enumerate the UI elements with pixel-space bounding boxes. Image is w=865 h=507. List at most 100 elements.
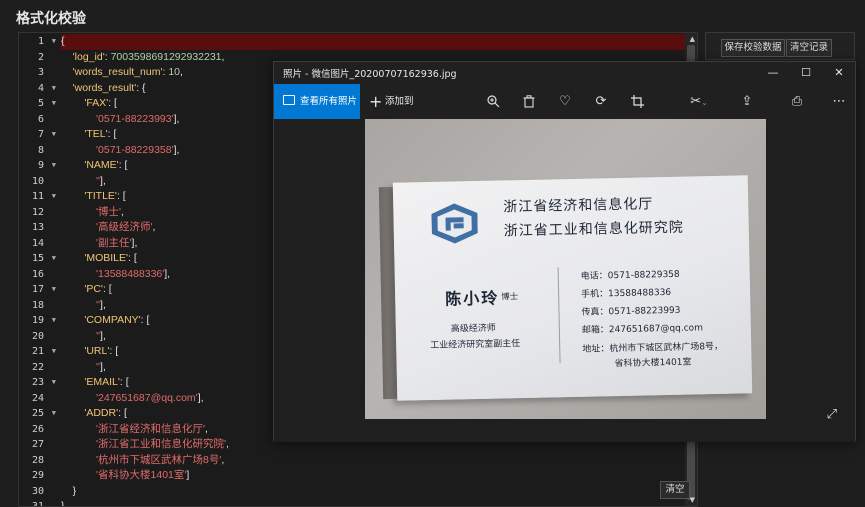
rotate-icon[interactable]: ⟳: [590, 84, 612, 119]
json-punctuation: ],: [164, 267, 171, 280]
line-number: 17 ▼: [19, 282, 61, 298]
line-number: 19 ▼: [19, 313, 61, 329]
json-punctuation: ],: [197, 391, 204, 404]
plus-icon: +: [369, 92, 383, 111]
fold-arrow-icon[interactable]: ▼: [52, 96, 56, 112]
json-punctuation: }: [61, 500, 65, 507]
clear-button[interactable]: 清空: [660, 481, 690, 499]
line-number-text: 1: [37, 36, 44, 47]
fullscreen-expand-icon[interactable]: ⤢: [827, 407, 837, 422]
fold-arrow-icon[interactable]: ▼: [52, 375, 56, 391]
json-key: 'TITLE': [84, 190, 117, 202]
page-title: 格式化校验: [16, 11, 86, 27]
line-number: 6: [19, 112, 61, 128]
fold-arrow-icon[interactable]: ▼: [52, 282, 56, 298]
fold-arrow-icon[interactable]: ▼: [52, 189, 56, 205]
window-title: 照片 - 微信图片_20200707162936.jpg: [283, 69, 457, 80]
code-line[interactable]: }: [61, 484, 685, 500]
json-number: 7003598691292932231: [110, 50, 222, 63]
fold-arrow-icon[interactable]: ▼: [52, 406, 56, 422]
fold-arrow-icon[interactable]: ▼: [52, 313, 56, 329]
view-all-label: 查看所有照片: [300, 96, 358, 107]
code-line[interactable]: }: [61, 499, 685, 507]
line-number-text: 26: [31, 423, 44, 435]
line-number-text: 8: [37, 144, 44, 156]
fold-arrow-icon[interactable]: ▼: [52, 127, 56, 143]
fold-arrow-icon[interactable]: ▼: [52, 34, 56, 50]
json-key: 'words_result_num': [72, 66, 163, 78]
line-number-text: 22: [31, 361, 44, 373]
json-punctuation: [61, 221, 96, 233]
window-titlebar[interactable]: 照片 - 微信图片_20200707162936.jpg — ☐ ✕: [274, 62, 855, 84]
json-punctuation: [61, 97, 84, 109]
json-key: 'FAX': [84, 97, 109, 109]
line-number: 28: [19, 453, 61, 469]
json-punctuation: : [: [109, 345, 119, 357]
fold-arrow-icon[interactable]: ▼: [52, 251, 56, 267]
json-punctuation: [61, 392, 96, 404]
line-number: 9 ▼: [19, 158, 61, 174]
code-line[interactable]: {: [61, 34, 685, 50]
fold-arrow-icon[interactable]: ▼: [52, 158, 56, 174]
delete-icon[interactable]: [518, 84, 540, 119]
json-punctuation: [61, 299, 96, 311]
favorite-heart-icon[interactable]: ♡: [554, 84, 576, 119]
scroll-up-arrow-icon[interactable]: ▲: [690, 35, 695, 43]
line-number: 24: [19, 391, 61, 407]
code-line[interactable]: '省科协大楼1401室']: [61, 468, 685, 484]
clear-records-button[interactable]: 清空记录: [786, 39, 832, 57]
crop-icon[interactable]: [626, 84, 648, 119]
zoom-icon[interactable]: [482, 84, 504, 119]
share-icon[interactable]: ⇪: [736, 84, 758, 119]
line-number: 7 ▼: [19, 127, 61, 143]
json-punctuation: : [: [116, 190, 126, 202]
json-punctuation: [61, 283, 84, 295]
json-punctuation: ],: [131, 236, 138, 249]
card-org-2: 浙江省工业和信息化研究院: [503, 219, 684, 240]
more-options-icon[interactable]: ⋯: [828, 84, 850, 119]
code-line[interactable]: '杭州市下城区武林广场8号',: [61, 453, 685, 469]
line-number: 15 ▼: [19, 251, 61, 267]
line-number-text: 30: [31, 485, 44, 497]
line-number: 12: [19, 205, 61, 221]
minimize-icon[interactable]: —: [758, 63, 788, 83]
line-number: 2: [19, 50, 61, 66]
json-punctuation: ],: [100, 298, 106, 311]
json-punctuation: [61, 423, 96, 435]
json-punctuation: : [: [128, 252, 137, 264]
json-punctuation: : [: [102, 283, 112, 295]
json-punctuation: ,: [221, 50, 225, 63]
line-number-text: 16: [31, 268, 44, 280]
close-icon[interactable]: ✕: [824, 63, 854, 83]
fold-arrow-icon[interactable]: ▼: [52, 81, 56, 97]
json-punctuation: [61, 361, 96, 373]
business-card: 浙江省经济和信息化厅 浙江省工业和信息化研究院 陈小玲 博士 高级经济师 工业经…: [392, 175, 753, 401]
json-punctuation: ,: [121, 205, 124, 218]
line-number: 22: [19, 360, 61, 376]
line-number-text: 4: [37, 82, 44, 94]
print-icon[interactable]: ⎙: [786, 84, 808, 119]
add-to-label: 添加到: [385, 96, 414, 107]
line-number-text: 17: [31, 284, 44, 295]
line-number: 21 ▼: [19, 344, 61, 360]
line-number-text: 21: [31, 346, 44, 357]
fold-arrow-icon[interactable]: ▼: [52, 344, 56, 360]
add-to-button[interactable]: + 添加到: [369, 84, 414, 119]
json-punctuation: [61, 144, 96, 156]
line-number: 5 ▼: [19, 96, 61, 112]
photo-viewer[interactable]: 浙江省经济和信息化厅 浙江省工业和信息化研究院 陈小玲 博士 高级经济师 工业经…: [274, 119, 855, 442]
json-key: 'COMPANY': [84, 314, 141, 326]
card-address-1: 地址：杭州市下城区武林广场8号，: [582, 341, 724, 355]
json-punctuation: ,: [221, 453, 225, 466]
scroll-down-arrow-icon[interactable]: ▼: [690, 496, 695, 504]
line-number: 30: [19, 484, 61, 500]
view-all-photos-button[interactable]: 查看所有照片: [274, 84, 360, 119]
json-punctuation: : [: [107, 128, 117, 140]
line-number-text: 10: [31, 175, 44, 187]
edit-create-icon[interactable]: ✂⌄: [684, 84, 714, 119]
save-check-data-button[interactable]: 保存校验数据: [721, 39, 785, 57]
line-number-text: 6: [37, 113, 44, 125]
maximize-icon[interactable]: ☐: [791, 63, 821, 83]
photos-app-window[interactable]: 照片 - 微信图片_20200707162936.jpg — ☐ ✕ 查看所有照…: [273, 61, 856, 442]
card-address-2: 省科协大楼1401室: [614, 357, 692, 370]
